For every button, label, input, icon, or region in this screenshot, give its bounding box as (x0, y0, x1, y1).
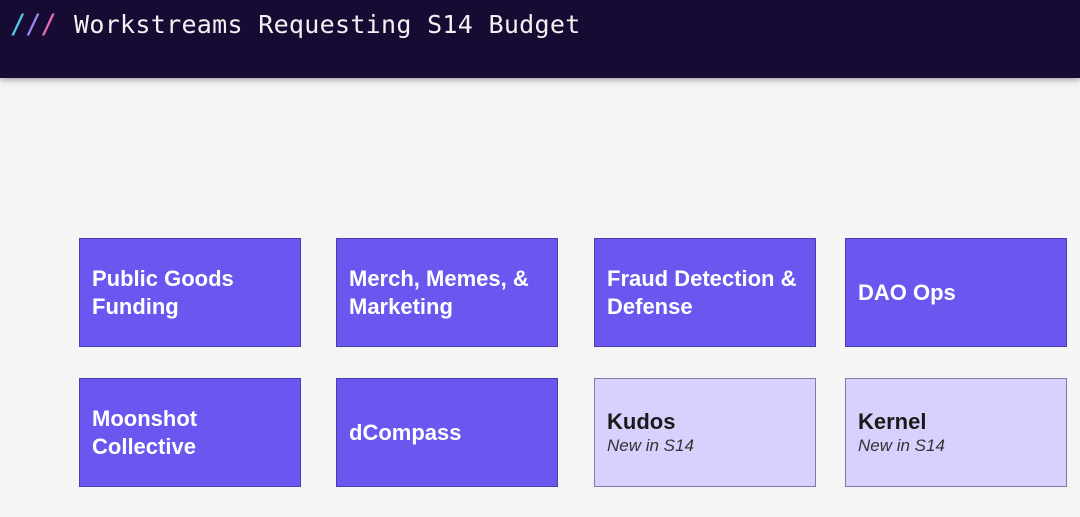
workstream-card-public-goods-funding: Public Goods Funding (79, 238, 301, 347)
workstream-card-dao-ops: DAO Ops (845, 238, 1067, 347)
workstream-card-fraud-detection-defense: Fraud Detection & Defense (594, 238, 816, 347)
workstream-card-kudos: Kudos New in S14 (594, 378, 816, 487)
workstream-label: Kernel (858, 408, 927, 434)
workstream-card-merch-memes-marketing: Merch, Memes, & Marketing (336, 238, 558, 347)
header-bar: /// Workstreams Requesting S14 Budget (0, 0, 1080, 78)
workstream-label: Fraud Detection & Defense (607, 265, 797, 319)
workstream-card-dcompass: dCompass (336, 378, 558, 487)
new-in-s14-note: New in S14 (858, 435, 945, 455)
slash-2: / (25, 9, 41, 40)
workstream-label: Kudos (607, 408, 676, 434)
slashes-decoration: /// (10, 8, 57, 42)
workstream-card-kernel: Kernel New in S14 (845, 378, 1067, 487)
slash-3: / (40, 9, 57, 40)
slash-1: / (10, 9, 26, 40)
page-title: Workstreams Requesting S14 Budget (74, 10, 581, 39)
workstream-label: dCompass (349, 419, 462, 445)
workstream-card-moonshot-collective: Moonshot Collective (79, 378, 301, 487)
workstream-label: Moonshot Collective (92, 405, 198, 459)
workstream-label: Public Goods Funding (92, 265, 234, 319)
workstream-label: DAO Ops (858, 279, 956, 305)
new-in-s14-note: New in S14 (607, 435, 694, 455)
workstream-label: Merch, Memes, & Marketing (349, 265, 529, 319)
